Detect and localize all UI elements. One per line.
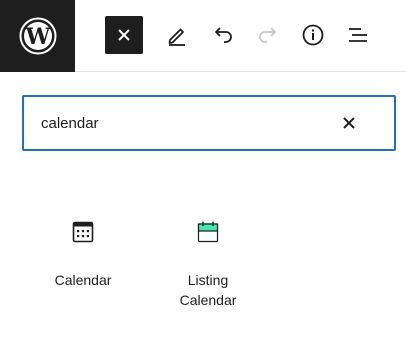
info-icon	[302, 24, 324, 46]
wordpress-icon: W	[19, 17, 56, 55]
block-label: Calendar	[54, 272, 112, 288]
close-icon	[118, 29, 130, 41]
close-inserter-button[interactable]	[105, 16, 143, 54]
listing-calendar-icon	[197, 221, 219, 243]
tools-button[interactable]	[158, 16, 196, 54]
clear-search-button[interactable]	[338, 112, 360, 134]
redo-icon	[259, 27, 276, 43]
calendar-icon	[72, 221, 94, 243]
block-label: Listing Calendar	[168, 270, 248, 310]
list-view-icon	[349, 28, 367, 42]
block-result-listing-calendar[interactable]: Listing Calendar	[168, 212, 248, 312]
list-view-button[interactable]	[339, 16, 377, 54]
wordpress-logo-button[interactable]: W	[0, 0, 75, 72]
block-search-box	[22, 95, 396, 151]
redo-button[interactable]	[249, 16, 287, 54]
block-label-line2: Calendar	[179, 292, 237, 308]
undo-button[interactable]	[204, 16, 242, 54]
svg-text:W: W	[24, 24, 50, 50]
block-search-input[interactable]	[41, 97, 331, 149]
block-label-line1: Listing	[187, 272, 229, 288]
details-button[interactable]	[294, 16, 332, 54]
pencil-icon	[168, 28, 185, 46]
undo-icon	[215, 27, 232, 43]
editor-toolbar: W	[0, 0, 406, 72]
close-icon	[343, 117, 355, 129]
block-result-calendar[interactable]: Calendar	[43, 212, 123, 312]
